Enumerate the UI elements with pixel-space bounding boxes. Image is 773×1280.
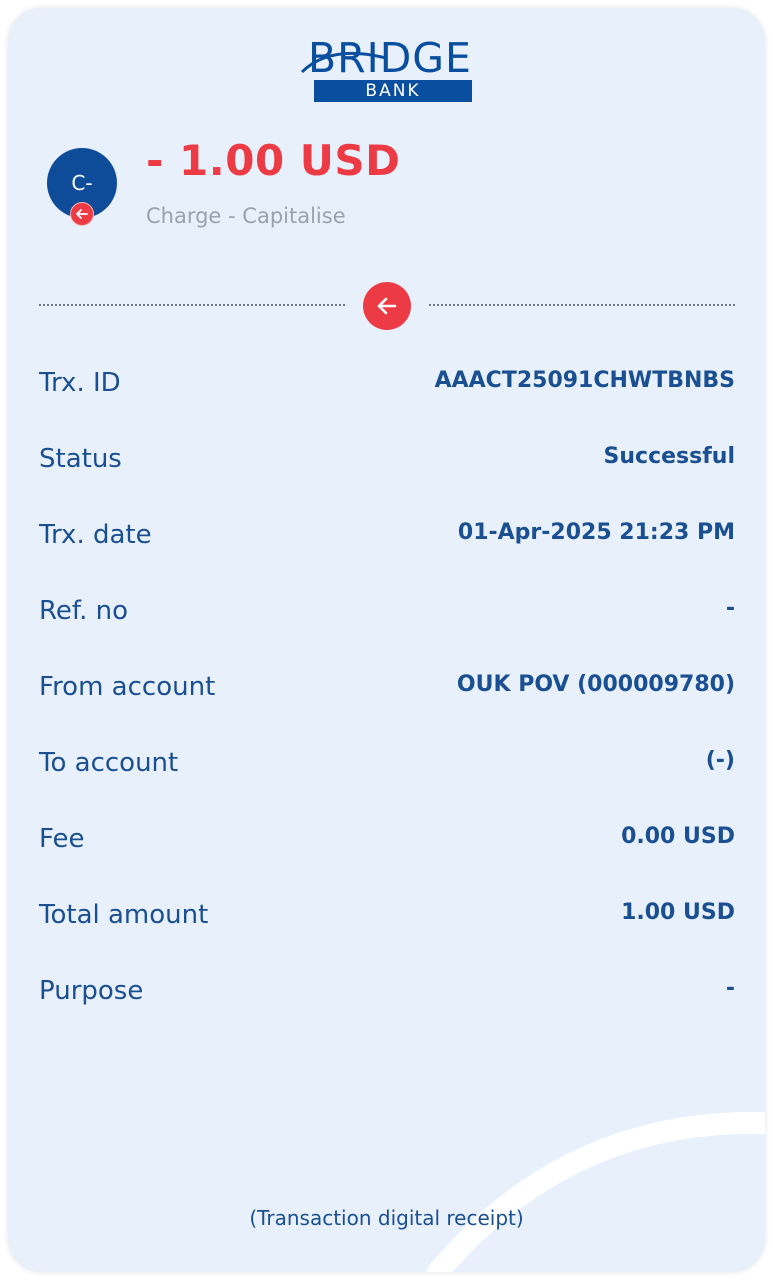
arrow-left-icon — [363, 282, 411, 330]
detail-value: OUK POV (000009780) — [456, 672, 735, 697]
transaction-type: Charge - Capitalise — [146, 204, 346, 228]
detail-label: Purpose — [39, 976, 144, 1006]
outgoing-arrow-badge-icon — [70, 202, 94, 226]
divider-right — [429, 304, 735, 306]
detail-row-to-account: To account (-) — [39, 748, 735, 788]
detail-value: - — [725, 976, 735, 1001]
detail-label: Total amount — [39, 900, 209, 930]
detail-row-from-account: From account OUK POV (000009780) — [39, 672, 735, 712]
detail-label: Trx. ID — [39, 368, 121, 398]
detail-value: 01-Apr-2025 21:23 PM — [457, 520, 735, 545]
transaction-amount: - 1.00 USD — [146, 136, 401, 185]
detail-row-trx-date: Trx. date 01-Apr-2025 21:23 PM — [39, 520, 735, 560]
divider-left — [39, 304, 345, 306]
detail-value: - — [725, 596, 735, 621]
detail-row-purpose: Purpose - — [39, 976, 735, 1016]
receipt-card: BRIDGE BANK C- - 1.00 USD Charge - Capit… — [8, 8, 765, 1272]
detail-value: 1.00 USD — [621, 900, 735, 925]
logo-arc-icon — [300, 51, 387, 74]
detail-row-fee: Fee 0.00 USD — [39, 824, 735, 864]
detail-value: (-) — [705, 748, 735, 773]
detail-row-ref-no: Ref. no - — [39, 596, 735, 636]
detail-row-status: Status Successful — [39, 444, 735, 484]
detail-value: Successful — [603, 444, 735, 469]
detail-value: AAACT25091CHWTBNBS — [434, 368, 735, 393]
background-arc-decoration — [427, 1111, 765, 1272]
detail-value: 0.00 USD — [621, 824, 735, 849]
detail-label: From account — [39, 672, 216, 702]
detail-label: Status — [39, 444, 122, 474]
detail-label: Fee — [39, 824, 85, 854]
logo-bank-band: BANK — [314, 80, 472, 102]
receipt-footer-note: (Transaction digital receipt) — [249, 1206, 524, 1230]
detail-row-total-amount: Total amount 1.00 USD — [39, 900, 735, 940]
bridge-bank-logo: BRIDGE BANK — [300, 36, 474, 102]
detail-label: Ref. no — [39, 596, 129, 626]
detail-label: To account — [39, 748, 179, 778]
detail-label: Trx. date — [39, 520, 152, 550]
detail-row-trx-id: Trx. ID AAACT25091CHWTBNBS — [39, 368, 735, 408]
